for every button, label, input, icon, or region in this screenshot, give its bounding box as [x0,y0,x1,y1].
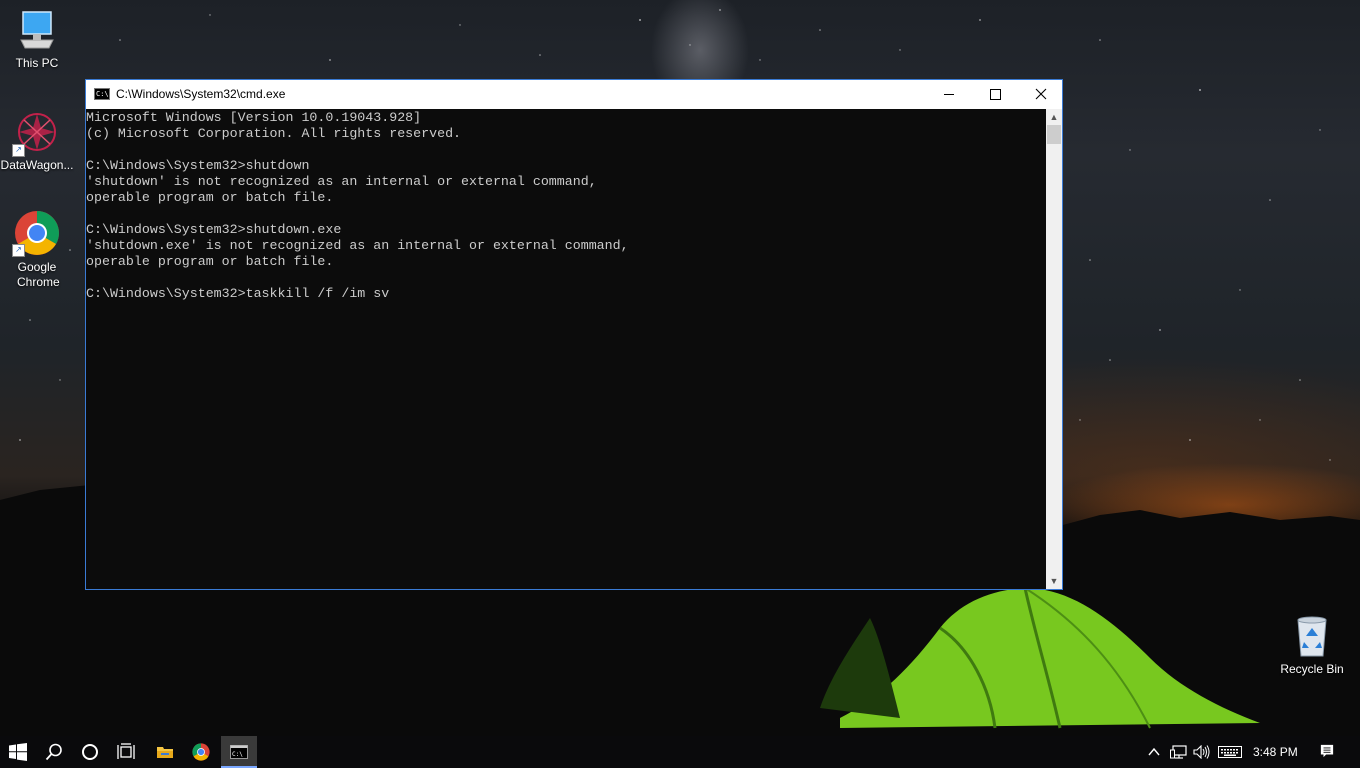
chrome-icon [192,743,210,761]
console-line: Microsoft Windows [Version 10.0.19043.92… [86,110,422,125]
maximize-icon [990,89,1001,100]
cortana-icon [82,744,98,760]
start-icon [9,743,27,761]
maximize-button[interactable] [972,80,1018,109]
desktop-icon-label: DataWagon... [0,158,74,172]
keyboard-icon[interactable] [1218,745,1242,759]
cmd-taskbar-button[interactable]: C:\ [221,736,257,768]
desktop-icon-this-pc[interactable]: This PC [0,10,75,71]
chevron-up-icon[interactable] [1147,745,1161,759]
desktop-icon-label: Recycle Bin [1280,662,1344,676]
desktop-icon-datawagon[interactable]: ↗ DataWagon... [0,110,75,173]
cmd-icon: C:\ [230,745,248,759]
search-icon [45,743,62,761]
minimize-icon [944,94,954,95]
window-title: C:\Windows\System32\cmd.exe [116,87,286,101]
taskbar-clock[interactable]: 3:48 PM [1253,745,1298,759]
chrome-taskbar-button[interactable] [183,736,219,768]
console-line: C:\Windows\System32>shutdown [86,158,310,173]
scroll-up-icon[interactable]: ▲ [1046,109,1062,125]
console-line: operable program or batch file. [86,254,334,269]
scroll-thumb[interactable] [1047,125,1061,144]
console-line: 'shutdown.exe' is not recognized as an i… [86,238,629,253]
desktop-icon-recycle-bin[interactable]: Recycle Bin [1274,614,1350,677]
shortcut-arrow-icon: ↗ [12,244,25,257]
console-line: 'shutdown' is not recognized as an inter… [86,174,597,189]
volume-icon[interactable] [1193,745,1211,759]
search-button[interactable] [36,736,72,768]
minimize-button[interactable] [926,80,972,109]
file-explorer-icon [157,747,173,758]
shortcut-arrow-icon: ↗ [12,144,25,157]
cmd-icon: C:\ [94,88,110,100]
recycle-bin-icon [1297,616,1327,657]
desktop-icon-label: This PC [15,56,59,70]
console-line: (c) Microsoft Corporation. All rights re… [86,126,462,141]
window-titlebar[interactable]: C:\ C:\Windows\System32\cmd.exe [86,80,1062,109]
desktop-icon-google-chrome[interactable]: ↗ Google Chrome [0,210,75,290]
console-output[interactable]: Microsoft Windows [Version 10.0.19043.92… [86,109,1046,589]
tent-illustration [820,588,1260,729]
desktop-icon-label: Google Chrome [17,260,60,289]
svg-text:C:\: C:\ [232,751,243,758]
start-button[interactable] [0,736,36,768]
computer-icon [20,11,54,49]
file-explorer-button[interactable] [147,736,183,768]
action-center-icon[interactable] [1319,744,1335,758]
console-line: C:\Windows\System32>taskkill /f /im sv [86,286,390,301]
task-view-button[interactable] [108,736,144,768]
network-icon[interactable] [1170,745,1188,759]
cortana-button[interactable] [72,736,108,768]
vertical-scrollbar[interactable]: ▲ ▼ [1046,109,1062,589]
console-line: C:\Windows\System32>shutdown.exe [86,222,342,237]
close-icon [1035,88,1047,100]
console-line: operable program or batch file. [86,190,334,205]
task-view-icon [117,743,135,759]
scroll-down-icon[interactable]: ▼ [1046,573,1062,589]
taskbar: C:\ 3:48 PM [0,736,1360,768]
cmd-window[interactable]: C:\ C:\Windows\System32\cmd.exe Microsof… [85,79,1063,590]
close-button[interactable] [1018,80,1064,109]
